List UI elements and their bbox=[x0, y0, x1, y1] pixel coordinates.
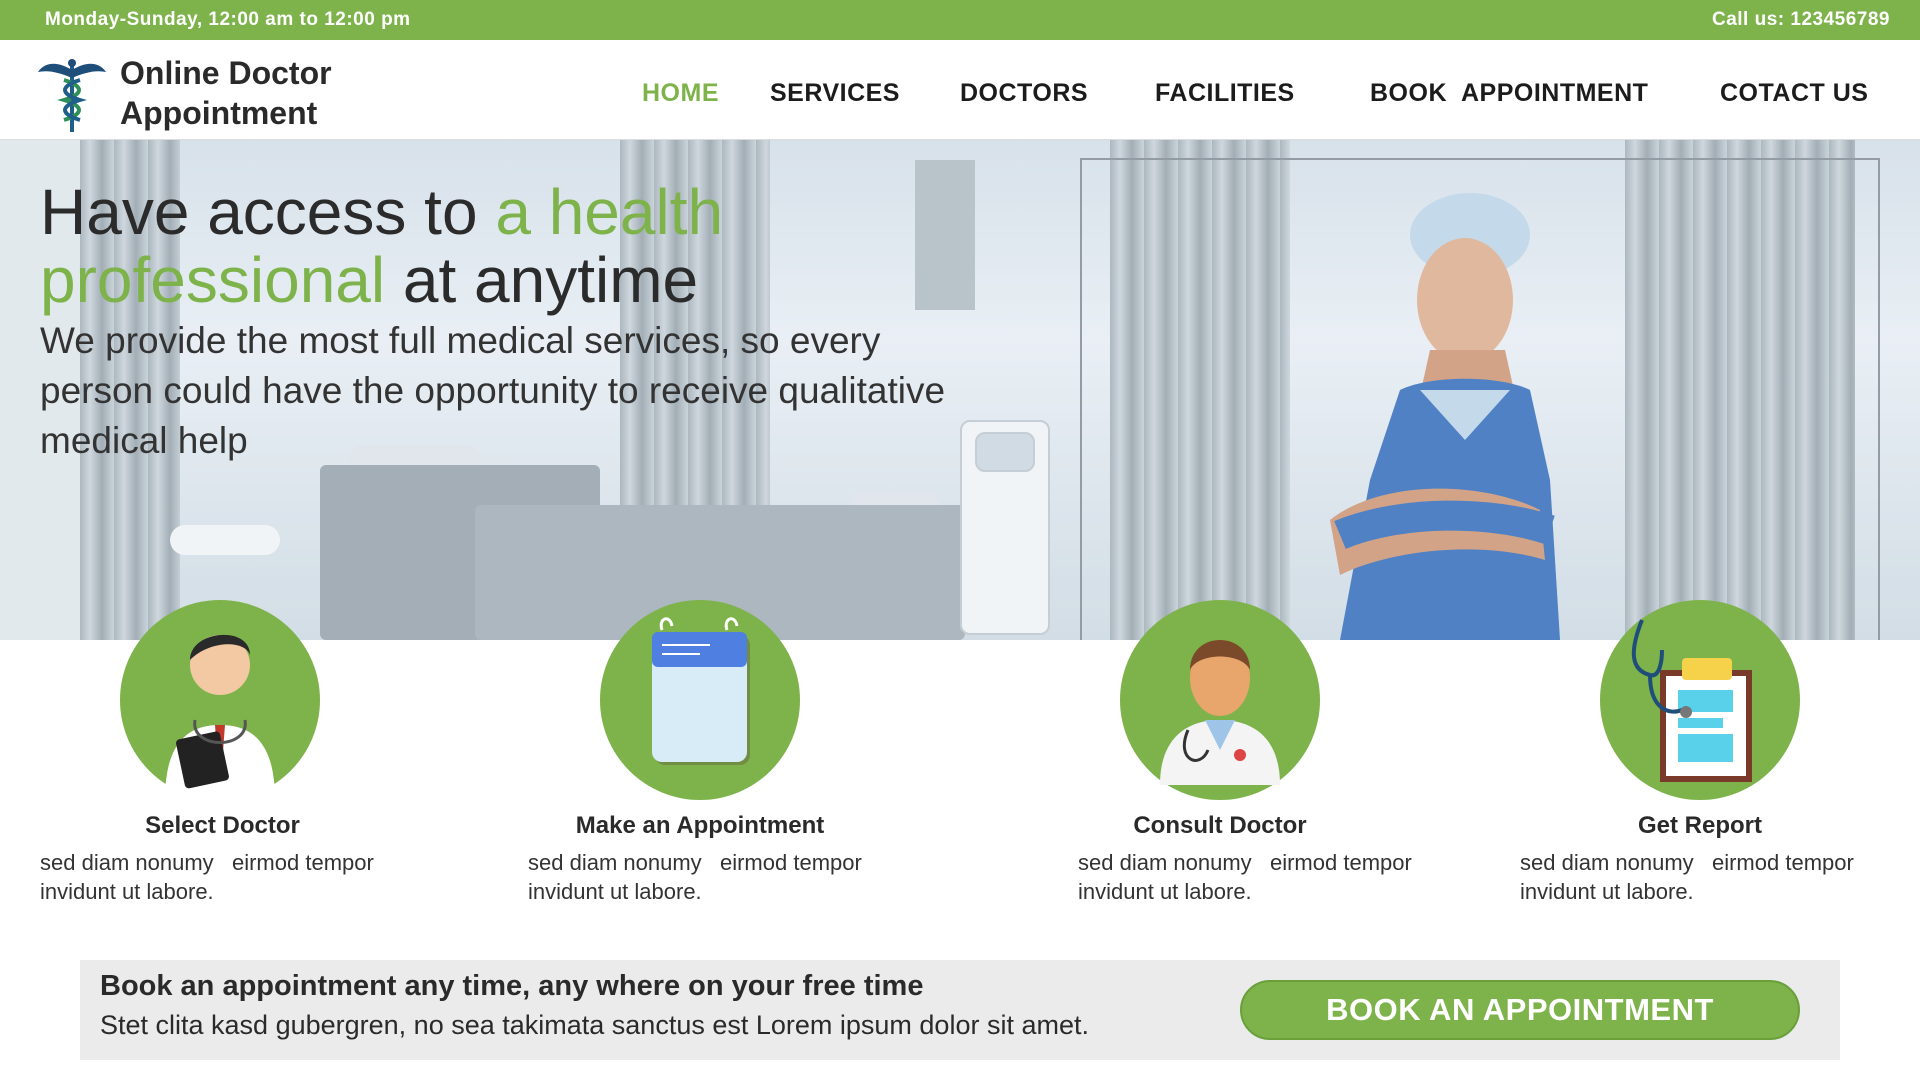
headline-text-2: at anytime bbox=[385, 244, 699, 316]
hero-headline: Have access to a health professional at … bbox=[40, 178, 940, 314]
step-title-get-report: Get Report bbox=[1637, 812, 1762, 839]
step-title-select-doctor: Select Doctor bbox=[145, 812, 300, 839]
phone-number[interactable]: Call us: 123456789 bbox=[1712, 9, 1890, 31]
brand-line-1: Online Doctor bbox=[120, 55, 332, 91]
make-appointment-circle[interactable] bbox=[600, 600, 800, 800]
hero-subtext: We provide the most full medical service… bbox=[40, 320, 946, 461]
headline-text-1: Have access to bbox=[40, 176, 496, 248]
step-desc-select-doctor: sed diam nonumy eirmod tempor invidunt u… bbox=[40, 848, 420, 906]
brand-name[interactable]: Online Doctor Appointment bbox=[120, 53, 332, 133]
brand-line-2: Appointment bbox=[120, 95, 318, 131]
doctor-avatar-icon bbox=[1160, 640, 1280, 785]
step-title-make-appointment: Make an Appointment bbox=[575, 812, 825, 839]
step-desc-consult-doctor: sed diam nonumy eirmod tempor invidunt u… bbox=[1078, 848, 1458, 906]
calendar-icon bbox=[652, 617, 750, 765]
step-desc-line-1: sed diam nonumy eirmod tempor bbox=[1078, 850, 1412, 875]
step-desc-line-2: invidunt ut labore. bbox=[40, 879, 214, 904]
nav-book-appointment[interactable]: BOOK APPOINTMENT bbox=[1370, 79, 1648, 108]
cta-title: Book an appointment any time, any where … bbox=[100, 970, 924, 1002]
step-desc-line-1: sed diam nonumy eirmod tempor bbox=[1520, 850, 1854, 875]
consult-doctor-circle[interactable] bbox=[1120, 600, 1320, 800]
step-desc-line-2: invidunt ut labore. bbox=[1078, 879, 1252, 904]
step-desc-line-1: sed diam nonumy eirmod tempor bbox=[40, 850, 374, 875]
doctor-with-clipboard-icon bbox=[165, 634, 275, 800]
hero-banner: Have access to a health professional at … bbox=[0, 140, 1920, 640]
nav-services[interactable]: SERVICES bbox=[770, 79, 900, 108]
headline-highlight-2: professional bbox=[40, 244, 386, 316]
nav-contact-us[interactable]: COTACT US bbox=[1720, 79, 1868, 108]
nav-facilities[interactable]: FACILITIES bbox=[1155, 79, 1295, 108]
step-desc-line-2: invidunt ut labore. bbox=[528, 879, 702, 904]
step-desc-line-2: invidunt ut labore. bbox=[1520, 879, 1694, 904]
select-doctor-circle[interactable] bbox=[120, 600, 320, 800]
nav-home[interactable]: HOME bbox=[642, 79, 719, 108]
booking-cta-section: Book an appointment any time, any where … bbox=[80, 960, 1840, 1060]
site-header: Online Doctor Appointment HOME SERVICES … bbox=[0, 40, 1920, 140]
step-desc-get-report: sed diam nonumy eirmod tempor invidunt u… bbox=[1520, 848, 1900, 906]
opening-hours: Monday-Sunday, 12:00 am to 12:00 pm bbox=[45, 9, 411, 30]
nav-doctors[interactable]: DOCTORS bbox=[960, 79, 1088, 108]
book-appointment-button[interactable]: BOOK AN APPOINTMENT bbox=[1240, 980, 1800, 1040]
get-report-circle[interactable] bbox=[1600, 600, 1800, 800]
step-title-consult-doctor: Consult Doctor bbox=[1133, 812, 1307, 839]
caduceus-logo-icon[interactable] bbox=[38, 56, 106, 134]
step-desc-line-1: sed diam nonumy eirmod tempor bbox=[528, 850, 862, 875]
cta-description: Stet clita kasd gubergren, no sea takima… bbox=[100, 1010, 1089, 1040]
step-desc-make-appointment: sed diam nonumy eirmod tempor invidunt u… bbox=[528, 848, 908, 906]
headline-highlight-1: a health bbox=[495, 176, 724, 248]
stethoscope-report-icon bbox=[1631, 619, 1752, 782]
top-info-bar: Monday-Sunday, 12:00 am to 12:00 pm Call… bbox=[0, 0, 1920, 40]
